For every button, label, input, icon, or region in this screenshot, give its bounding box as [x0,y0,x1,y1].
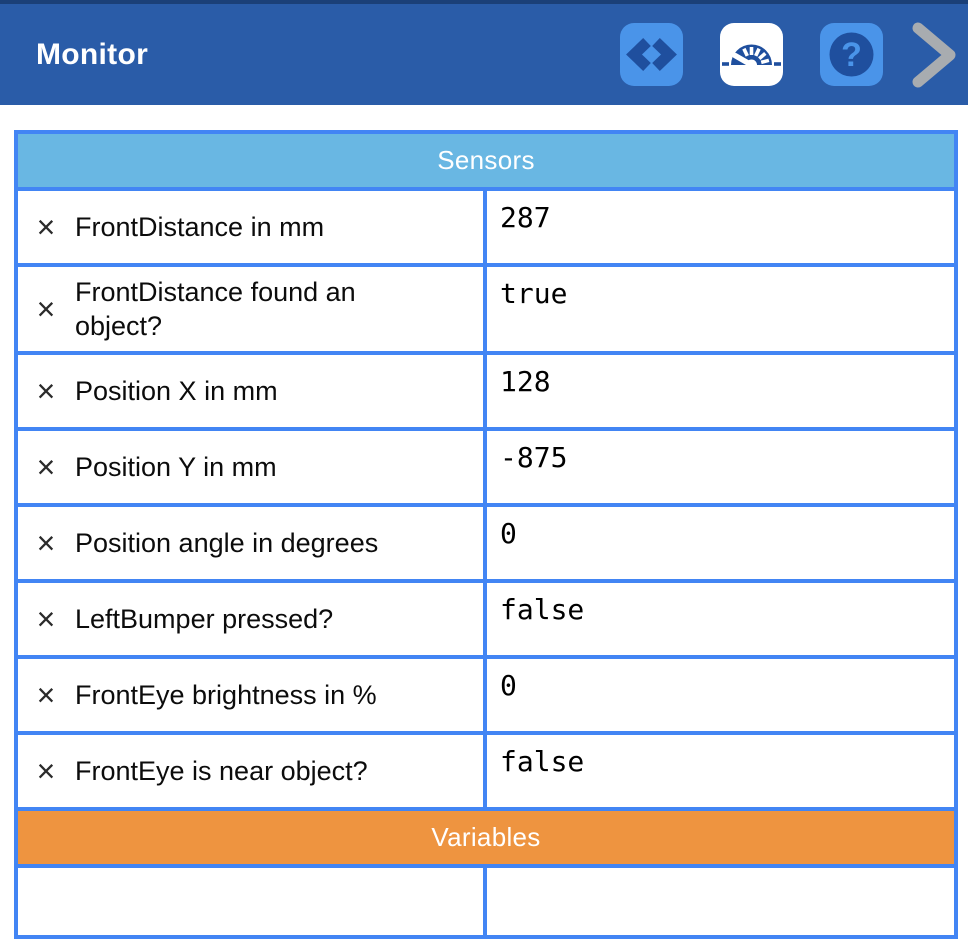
sensor-row: × FrontDistance found an object? true [16,265,956,353]
sensor-label-wrap: × FrontEye brightness in % [31,678,473,712]
variables-section-row: Variables [16,809,956,866]
sensor-label-wrap: × Position angle in degrees [31,526,473,560]
sensor-label-cell: × LeftBumper pressed? [16,581,485,657]
gauge-icon [720,23,783,86]
sensor-label: Position X in mm [75,374,278,408]
close-icon[interactable]: × [31,375,61,407]
sensor-value: 0 [485,657,956,733]
collapse-panel-button[interactable] [910,22,958,88]
sensor-label: FrontDistance in mm [75,210,324,244]
sensor-label: FrontDistance found an object? [75,275,411,343]
variable-value-cell [485,866,956,937]
sensor-row: × Position angle in degrees 0 [16,505,956,581]
close-icon[interactable]: × [31,755,61,787]
panel-header: Monitor [0,0,968,105]
sensor-label-wrap: × FrontDistance found an object? [31,275,473,343]
sensor-label-cell: × FrontDistance found an object? [16,265,485,353]
sensor-value: -875 [485,429,956,505]
page-title: Monitor [36,38,148,72]
sensor-label-wrap: × FrontDistance in mm [31,210,473,244]
chevron-right-icon [910,22,958,88]
sensor-label-cell: × Position Y in mm [16,429,485,505]
help-glyph: ? [841,36,862,74]
variables-section-header: Variables [16,809,956,866]
variable-row [16,866,956,937]
sensor-label: FrontEye brightness in % [75,678,377,712]
code-view-button[interactable] [620,23,683,86]
sensors-section-row: Sensors [16,132,956,189]
close-icon[interactable]: × [31,527,61,559]
sensor-label-cell: × Position X in mm [16,353,485,429]
sensor-row: × LeftBumper pressed? false [16,581,956,657]
help-icon: ? [820,23,883,86]
sensor-value: true [485,265,956,353]
sensor-label: FrontEye is near object? [75,754,368,788]
sensor-row: × FrontDistance in mm 287 [16,189,956,265]
sensor-value: 0 [485,505,956,581]
sensor-label-cell: × FrontDistance in mm [16,189,485,265]
sensor-label: Position Y in mm [75,450,277,484]
help-button[interactable]: ? [820,23,883,86]
sensor-label-wrap: × LeftBumper pressed? [31,602,473,636]
sensor-label-wrap: × Position X in mm [31,374,473,408]
sensor-value: 128 [485,353,956,429]
close-icon[interactable]: × [31,293,61,325]
variable-name-cell [16,866,485,937]
code-icon [620,23,683,86]
sensor-value: false [485,581,956,657]
sensor-value: false [485,733,956,809]
sensor-row: × FrontEye is near object? false [16,733,956,809]
sensor-value: 287 [485,189,956,265]
sensor-label-cell: × FrontEye is near object? [16,733,485,809]
sensor-label: LeftBumper pressed? [75,602,333,636]
sensors-section-header: Sensors [16,132,956,189]
sensor-row: × FrontEye brightness in % 0 [16,657,956,733]
header-actions: ? [583,22,968,88]
monitor-view-button[interactable] [720,23,783,86]
sensor-label-cell: × Position angle in degrees [16,505,485,581]
sensor-label-wrap: × Position Y in mm [31,450,473,484]
sensor-label: Position angle in degrees [75,526,378,560]
close-icon[interactable]: × [31,211,61,243]
close-icon[interactable]: × [31,451,61,483]
sensor-monitor-table: Sensors × FrontDistance in mm 287 × Fron… [14,130,958,939]
sensor-row: × Position Y in mm -875 [16,429,956,505]
close-icon[interactable]: × [31,603,61,635]
monitor-panel: Monitor [0,0,968,939]
sensor-row: × Position X in mm 128 [16,353,956,429]
close-icon[interactable]: × [31,679,61,711]
sensor-label-cell: × FrontEye brightness in % [16,657,485,733]
sensor-label-wrap: × FrontEye is near object? [31,754,473,788]
